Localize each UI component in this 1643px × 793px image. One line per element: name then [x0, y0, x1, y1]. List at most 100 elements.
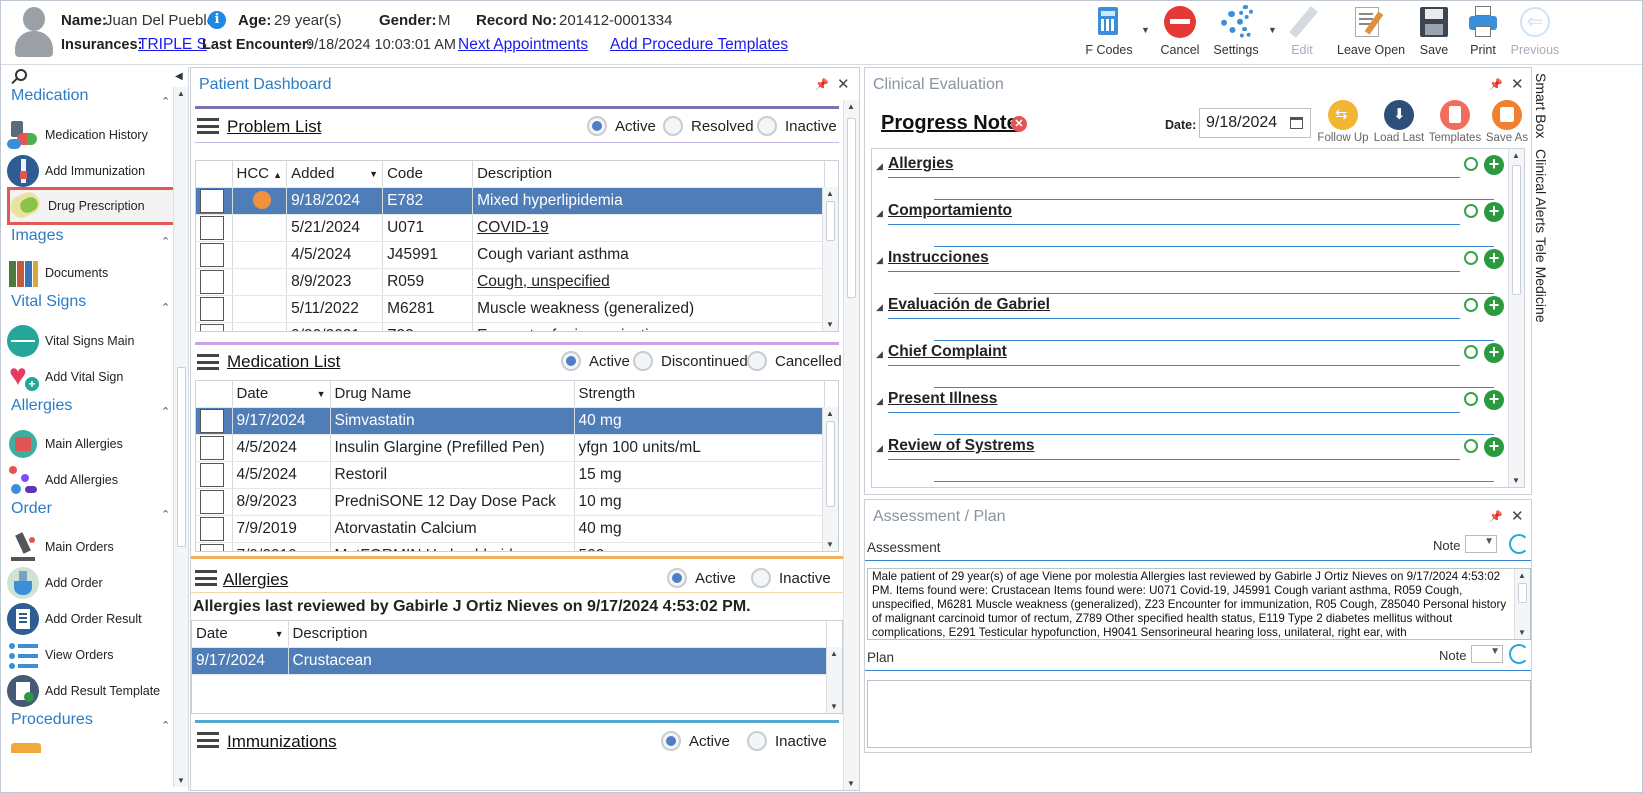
row-checkbox[interactable] — [200, 435, 224, 460]
sidebar-item-drug-prescription[interactable]: Drug Prescription — [6, 187, 187, 225]
save-as-button[interactable]: Save As — [1479, 100, 1535, 144]
sidebar-item-add-allergies[interactable]: Add Allergies — [7, 464, 187, 496]
close-icon[interactable]: ✕ — [1511, 507, 1524, 525]
medication-list-title[interactable]: Medication List — [227, 352, 340, 372]
add-circle-icon[interactable]: + — [1484, 296, 1504, 316]
edit-button[interactable]: Edit — [1272, 5, 1332, 61]
table-row[interactable]: 9/17/2024 Simvastatin 40 mg — [196, 407, 825, 435]
alarm-clock-icon[interactable] — [1464, 439, 1478, 453]
previous-button[interactable]: ⇐ Previous — [1505, 5, 1565, 61]
add-circle-icon[interactable]: + — [1484, 155, 1504, 175]
add-procedure-templates-link[interactable]: Add Procedure Templates — [610, 36, 788, 54]
pin-icon[interactable]: 📌 — [1489, 510, 1503, 523]
remove-note-icon[interactable]: ✕ — [1011, 116, 1027, 132]
search-icon[interactable] — [11, 69, 27, 85]
medication-list-scrollbar[interactable]: ▲ ▼ — [822, 407, 838, 551]
tab-clinical-alerts[interactable]: Clinical Alerts — [1533, 149, 1549, 233]
sidebar-item-medication-history[interactable]: Medication History — [7, 119, 187, 151]
alarm-clock-icon[interactable] — [1464, 251, 1478, 265]
table-row[interactable]: 8/9/2023 R059 Cough, unspecified — [196, 268, 826, 296]
collapse-triangle-icon[interactable]: ◢ — [876, 302, 883, 313]
problem-filter-resolved[interactable]: Resolved — [663, 116, 754, 136]
sidebar-item-view-orders[interactable]: View Orders — [7, 639, 187, 671]
section-order[interactable]: Order — [11, 500, 52, 518]
cancel-button[interactable]: Cancel — [1150, 5, 1210, 61]
info-icon[interactable]: i — [208, 11, 226, 29]
medication-filter-discontinued[interactable]: Discontinued — [633, 351, 748, 371]
column-code[interactable]: Code — [382, 161, 474, 188]
refresh-icon[interactable] — [1509, 644, 1529, 664]
sidebar-item-add-vital-sign[interactable]: ♥ + Add Vital Sign — [7, 361, 187, 393]
table-row[interactable]: 9/17/2024 Crustacean — [192, 647, 827, 675]
row-checkbox[interactable] — [200, 188, 224, 213]
print-button[interactable]: Print — [1453, 5, 1513, 61]
menu-icon[interactable] — [197, 354, 219, 370]
plan-text-area[interactable] — [867, 680, 1531, 748]
refresh-icon[interactable] — [1509, 534, 1529, 554]
dashboard-scrollbar[interactable]: ▲ ▼ — [843, 100, 859, 790]
row-checkbox[interactable] — [200, 296, 224, 321]
sidebar-item-add-order[interactable]: Add Order — [7, 567, 187, 599]
row-checkbox[interactable] — [200, 323, 224, 331]
table-row[interactable]: 9/18/2024 E782 Mixed hyperlipidemia — [196, 187, 826, 215]
section-vital-signs[interactable]: Vital Signs — [11, 293, 86, 311]
add-circle-icon[interactable]: + — [1484, 202, 1504, 222]
progress-note-title[interactable]: Progress Note — [881, 112, 1018, 135]
row-checkbox[interactable] — [200, 408, 224, 433]
tab-smart-box[interactable]: Smart Box — [1533, 73, 1549, 138]
fcodes-button[interactable]: F Codes — [1079, 5, 1139, 61]
note-section-evaluacion[interactable]: ◢ Evaluación de Gabriel + — [876, 296, 1504, 342]
sidebar-item-add-order-result[interactable]: Add Order Result — [7, 603, 187, 635]
follow-up-button[interactable]: ⇆ Follow Up — [1315, 100, 1371, 144]
chevron-up-icon[interactable]: ⌃ — [161, 719, 170, 732]
menu-icon[interactable] — [197, 118, 219, 134]
chevron-up-icon[interactable]: ⌃ — [161, 235, 170, 248]
note-section-allergies[interactable]: ◢ Allergies + — [876, 155, 1504, 201]
table-row[interactable]: 5/11/2022 M6281 Muscle weakness (general… — [196, 295, 826, 323]
immunization-filter-active[interactable]: Active — [661, 731, 730, 751]
chevron-up-icon[interactable]: ⌃ — [161, 508, 170, 521]
section-allergies[interactable]: Allergies — [11, 397, 72, 415]
collapse-triangle-icon[interactable]: ◢ — [876, 161, 883, 172]
load-last-button[interactable]: ⬇ Load Last — [1371, 100, 1427, 144]
close-icon[interactable]: ✕ — [1511, 75, 1524, 93]
column-description[interactable]: Description — [472, 161, 826, 188]
add-circle-icon[interactable]: + — [1484, 390, 1504, 410]
row-checkbox[interactable] — [200, 462, 224, 487]
immunizations-title[interactable]: Immunizations — [227, 732, 337, 752]
column-strength[interactable]: Strength — [574, 381, 825, 408]
problem-filter-inactive[interactable]: Inactive — [757, 116, 837, 136]
add-circle-icon[interactable]: + — [1484, 343, 1504, 363]
chevron-up-icon[interactable]: ⌃ — [161, 301, 170, 314]
allergies-title[interactable]: Allergies — [223, 570, 288, 590]
table-row[interactable]: 7/9/2019 MetFORMIN Hydrochloride 500 mg — [196, 542, 825, 551]
insurance-link[interactable]: TRIPLE S — [138, 36, 207, 54]
alarm-clock-icon[interactable] — [1464, 157, 1478, 171]
alarm-clock-icon[interactable] — [1464, 345, 1478, 359]
leave-open-button[interactable]: Leave Open — [1337, 5, 1405, 61]
assessment-text-area[interactable]: Male patient of 29 year(s) of age Viene … — [867, 568, 1531, 640]
immunization-filter-inactive[interactable]: Inactive — [747, 731, 827, 751]
sidebar-item-add-immunization[interactable]: Add Immunization — [7, 155, 187, 187]
alarm-clock-icon[interactable] — [1464, 204, 1478, 218]
row-checkbox[interactable] — [200, 516, 224, 541]
note-section-review-of-systems[interactable]: ◢ Review of Systrems + — [876, 437, 1504, 483]
note-section-comportamiento[interactable]: ◢ Comportamiento + — [876, 202, 1504, 248]
collapse-triangle-icon[interactable]: ◢ — [876, 396, 883, 407]
column-hcc[interactable]: HCC ▲ — [232, 161, 288, 188]
medication-filter-active[interactable]: Active — [561, 351, 630, 371]
collapse-triangle-icon[interactable]: ◢ — [876, 208, 883, 219]
note-section-present-illness[interactable]: ◢ Present Illness + — [876, 390, 1504, 436]
pin-icon[interactable]: 📌 — [1489, 78, 1503, 91]
sidebar-item-main-allergies[interactable]: Main Allergies — [7, 428, 187, 460]
templates-button[interactable]: Templates — [1427, 100, 1483, 144]
column-drug-name[interactable]: Drug Name — [330, 381, 575, 408]
table-row[interactable]: 8/9/2023 PredniSONE 12 Day Dose Pack 10 … — [196, 488, 825, 516]
note-date-picker[interactable]: 9/18/2024 — [1199, 108, 1311, 138]
settings-button[interactable]: Settings — [1206, 5, 1266, 61]
column-description[interactable]: Description — [288, 621, 827, 648]
row-checkbox[interactable] — [200, 489, 224, 514]
add-circle-icon[interactable]: + — [1484, 249, 1504, 269]
assessment-scrollbar[interactable]: ▲ ▼ — [1514, 569, 1530, 639]
chevron-up-icon[interactable]: ⌃ — [161, 95, 170, 108]
